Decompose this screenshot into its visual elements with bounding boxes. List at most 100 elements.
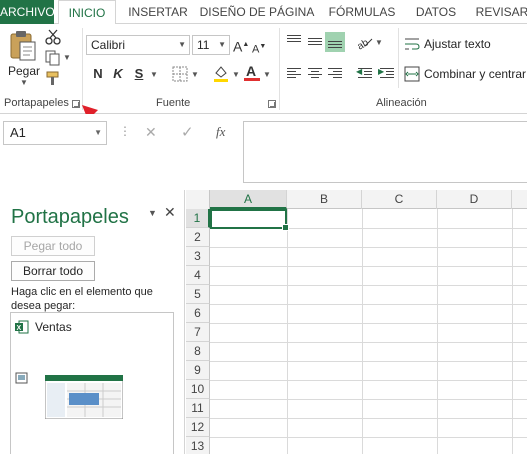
- pane-options-icon[interactable]: ▼: [148, 208, 157, 218]
- font-name-combo[interactable]: Calibri ▼: [86, 35, 190, 55]
- row-header[interactable]: 10: [186, 380, 210, 399]
- row-header[interactable]: 5: [186, 285, 210, 304]
- chevron-down-icon[interactable]: ▼: [375, 38, 383, 47]
- chevron-down-icon[interactable]: ▼: [232, 70, 240, 79]
- font-dialog-launcher[interactable]: [268, 100, 276, 108]
- column-header-next[interactable]: [512, 190, 527, 209]
- column-header-c[interactable]: C: [362, 190, 437, 209]
- select-all-corner[interactable]: [186, 190, 210, 209]
- insert-function-icon[interactable]: fx: [216, 124, 225, 140]
- active-cell-a1[interactable]: [210, 209, 289, 231]
- chevron-down-icon: ▼: [94, 128, 102, 137]
- clipboard-item[interactable]: [15, 371, 165, 421]
- merge-center-button[interactable]: Combinar y centrar: [404, 64, 527, 84]
- row-header[interactable]: 7: [186, 323, 210, 342]
- formula-input[interactable]: [243, 121, 527, 183]
- merge-center-icon: [404, 66, 420, 82]
- row-header[interactable]: 13: [186, 437, 210, 454]
- align-bottom-icon[interactable]: [325, 32, 345, 52]
- font-group-label: Fuente: [156, 97, 191, 109]
- decrease-indent-icon[interactable]: ◀: [355, 64, 375, 84]
- decrease-font-size-button[interactable]: A▼: [252, 37, 266, 57]
- column-header-b[interactable]: B: [287, 190, 362, 209]
- align-left-icon[interactable]: [284, 64, 304, 84]
- tab-revisar[interactable]: REVISAR: [472, 0, 527, 24]
- clipboard-item-list: X Ventas: [10, 312, 174, 454]
- font-size-combo[interactable]: 11 ▼: [192, 35, 230, 55]
- align-right-icon[interactable]: [325, 64, 345, 84]
- grid-line: [287, 209, 288, 454]
- row-header[interactable]: 2: [186, 228, 210, 247]
- group-divider: [279, 28, 280, 110]
- svg-text:ab: ab: [355, 37, 371, 50]
- bold-button[interactable]: N: [88, 64, 108, 84]
- chevron-down-icon[interactable]: ▼: [191, 70, 199, 79]
- enter-icon[interactable]: ✓: [181, 123, 194, 141]
- wrap-text-icon: [405, 38, 420, 50]
- column-header-d[interactable]: D: [437, 190, 512, 209]
- cancel-icon[interactable]: ✕: [145, 124, 157, 141]
- format-painter-icon[interactable]: [45, 70, 61, 86]
- merge-center-label: Combinar y centrar: [424, 67, 527, 81]
- group-divider: [82, 28, 83, 110]
- clear-all-button[interactable]: Borrar todo: [11, 261, 95, 281]
- increase-indent-icon[interactable]: ▶: [377, 64, 397, 84]
- grid-line: [210, 342, 527, 343]
- clipboard-item[interactable]: X Ventas: [15, 319, 165, 337]
- italic-button[interactable]: K: [108, 64, 128, 84]
- tab-diseno-de-pagina[interactable]: DISEÑO DE PÁGINA: [198, 0, 316, 24]
- paste-button[interactable]: Pegar ▼: [6, 28, 40, 87]
- increase-font-size-button[interactable]: A▲: [233, 35, 249, 55]
- clipboard-pane: Portapapeles ▼ ✕ Pegar todo Borrar todo …: [0, 190, 185, 454]
- clipboard-paste-icon: [10, 31, 36, 61]
- group-divider: [398, 28, 399, 88]
- row-header[interactable]: 4: [186, 266, 210, 285]
- screenshot-thumbnail: [45, 375, 123, 419]
- grid-line: [210, 361, 527, 362]
- tab-archivo[interactable]: ARCHIVO: [0, 0, 55, 24]
- grid-line: [210, 266, 527, 267]
- row-header[interactable]: 9: [186, 361, 210, 380]
- tab-insertar[interactable]: INSERTAR: [120, 0, 196, 24]
- name-box[interactable]: A1 ▼: [3, 121, 107, 145]
- grid-line: [512, 209, 513, 454]
- orientation-icon[interactable]: ab: [355, 34, 375, 50]
- font-color-swatch: [244, 78, 260, 81]
- font-size-value: 11: [197, 38, 210, 52]
- clipboard-group-label: Portapapeles: [4, 97, 69, 109]
- row-header[interactable]: 8: [186, 342, 210, 361]
- worksheet-grid[interactable]: A B C D 1 2 3 4 5 6 7 8 9 10 11 12 13: [186, 190, 527, 454]
- tab-formulas[interactable]: FÓRMULAS: [322, 0, 402, 24]
- grid-line: [210, 323, 527, 324]
- align-top-icon[interactable]: [284, 32, 304, 52]
- fill-color-icon[interactable]: [212, 64, 230, 82]
- cut-icon[interactable]: [45, 29, 61, 45]
- grid-line: [210, 247, 527, 248]
- column-header-a[interactable]: A: [210, 190, 287, 209]
- row-header[interactable]: 1: [186, 209, 210, 228]
- paste-all-button[interactable]: Pegar todo: [11, 236, 95, 256]
- row-header[interactable]: 6: [186, 304, 210, 323]
- align-center-icon[interactable]: [305, 64, 325, 84]
- chevron-down-icon[interactable]: ▼: [150, 70, 158, 79]
- copy-icon[interactable]: [45, 50, 61, 66]
- row-header[interactable]: 3: [186, 247, 210, 266]
- align-middle-icon[interactable]: [305, 32, 325, 52]
- grid-line: [437, 209, 438, 454]
- tab-inicio[interactable]: INICIO: [58, 0, 116, 25]
- formula-bar: A1 ▼ ⋮ ✕ ✓ fx: [0, 114, 527, 190]
- row-header[interactable]: 12: [186, 418, 210, 437]
- font-color-button[interactable]: A: [244, 62, 260, 82]
- underline-button[interactable]: S: [129, 64, 149, 84]
- tab-datos[interactable]: DATOS: [406, 0, 466, 24]
- grid-line: [210, 437, 527, 438]
- close-icon[interactable]: ✕: [164, 204, 176, 221]
- drag-handle-icon[interactable]: ⋮: [119, 124, 131, 138]
- clipboard-item-label: Ventas: [35, 320, 72, 334]
- row-header[interactable]: 11: [186, 399, 210, 418]
- wrap-text-button[interactable]: Ajustar texto: [404, 34, 504, 54]
- chevron-down-icon[interactable]: ▼: [263, 70, 271, 79]
- borders-icon[interactable]: [172, 66, 188, 82]
- chevron-down-icon[interactable]: ▼: [63, 53, 71, 62]
- grid-line: [210, 399, 527, 400]
